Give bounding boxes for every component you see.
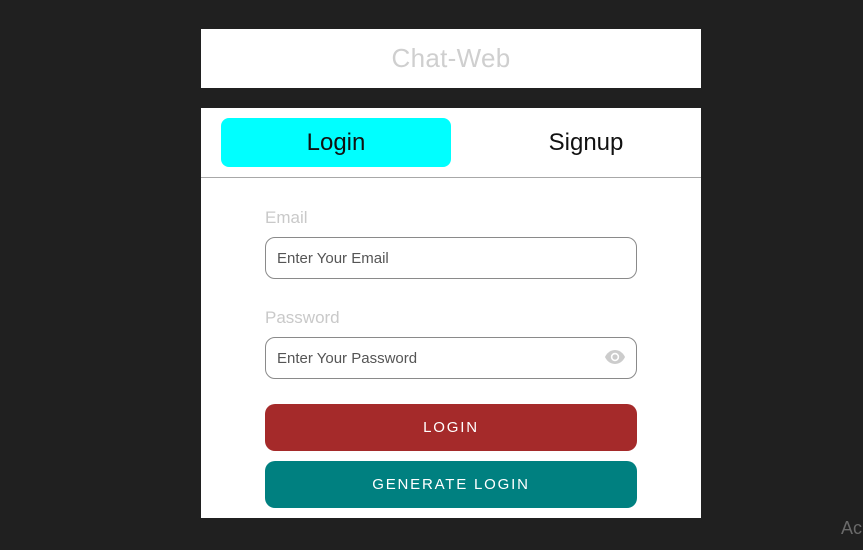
password-field[interactable] [265, 337, 637, 379]
email-field[interactable] [265, 237, 637, 279]
page: Chat-Web Login Signup Email Password LOG… [0, 0, 863, 550]
generate-login-button[interactable]: GENERATE LOGIN [265, 461, 637, 508]
app-header: Chat-Web [201, 29, 701, 88]
tab-signup[interactable]: Signup [471, 118, 701, 167]
tab-login[interactable]: Login [221, 118, 451, 167]
os-activation-watermark: Ac [841, 518, 863, 538]
eye-icon[interactable] [604, 348, 626, 366]
app-title: Chat-Web [391, 43, 511, 73]
auth-card: Login Signup Email Password LOGIN GENERA… [201, 108, 701, 518]
auth-tabs: Login Signup [201, 108, 701, 178]
login-button[interactable]: LOGIN [265, 404, 637, 451]
email-label: Email [265, 208, 308, 227]
password-label: Password [265, 308, 340, 327]
